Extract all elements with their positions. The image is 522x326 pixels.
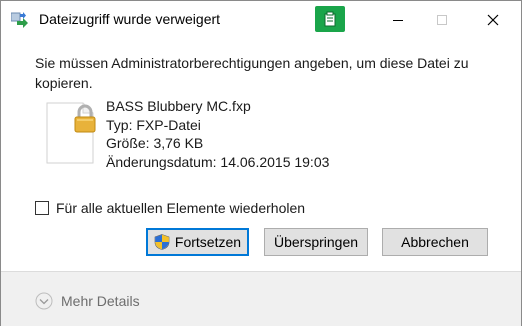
title-bar[interactable]: Dateizugriff wurde verweigert — [1, 1, 521, 39]
continue-button[interactable]: Fortsetzen — [146, 228, 249, 256]
repeat-for-all-label[interactable]: Für alle aktuellen Elemente wiederholen — [56, 200, 305, 216]
lock-icon — [74, 104, 96, 133]
close-button[interactable] — [471, 7, 515, 33]
close-icon — [487, 14, 499, 26]
file-size: Größe: 3,76 KB — [106, 135, 204, 151]
permission-message: Sie müssen Administratorberechtigungen a… — [35, 55, 469, 91]
file-thumbnail — [45, 101, 99, 165]
more-details-toggle[interactable]: Mehr Details — [35, 292, 140, 310]
skip-button[interactable]: Überspringen — [264, 228, 368, 256]
file-type: Typ: FXP-Datei — [106, 116, 201, 133]
skip-button-label: Überspringen — [273, 234, 359, 250]
dialog-footer: Mehr Details — [1, 271, 521, 326]
minimize-button[interactable] — [376, 7, 420, 33]
more-details-label: Mehr Details — [61, 293, 140, 309]
chevron-down-icon — [35, 292, 53, 310]
cancel-button-label: Abbrechen — [401, 234, 469, 250]
minimize-icon — [393, 20, 403, 21]
repeat-for-all-checkbox-row[interactable]: Für alle aktuellen Elemente wiederholen — [35, 200, 305, 216]
dialog-window: Dateizugriff wurde verweigert Sie müssen… — [0, 0, 522, 326]
file-modified: Änderungsdatum: 14.06.2015 19:03 — [106, 153, 330, 170]
copy-arrows-icon — [11, 12, 28, 28]
maximize-button[interactable] — [420, 7, 464, 33]
window-title: Dateizugriff wurde verweigert — [39, 11, 221, 27]
continue-button-label: Fortsetzen — [174, 234, 242, 250]
file-name: BASS Blubbery MC.fxp — [106, 98, 251, 114]
repeat-for-all-checkbox[interactable] — [35, 201, 49, 215]
clipboard-icon — [324, 11, 336, 27]
clipboard-tab[interactable] — [315, 6, 345, 32]
maximize-icon — [437, 15, 447, 25]
cancel-button[interactable]: Abbrechen — [382, 228, 488, 256]
file-details: BASS Blubbery MC.fxp Typ: FXP-Datei Größ… — [106, 97, 329, 171]
uac-shield-icon — [154, 234, 170, 250]
